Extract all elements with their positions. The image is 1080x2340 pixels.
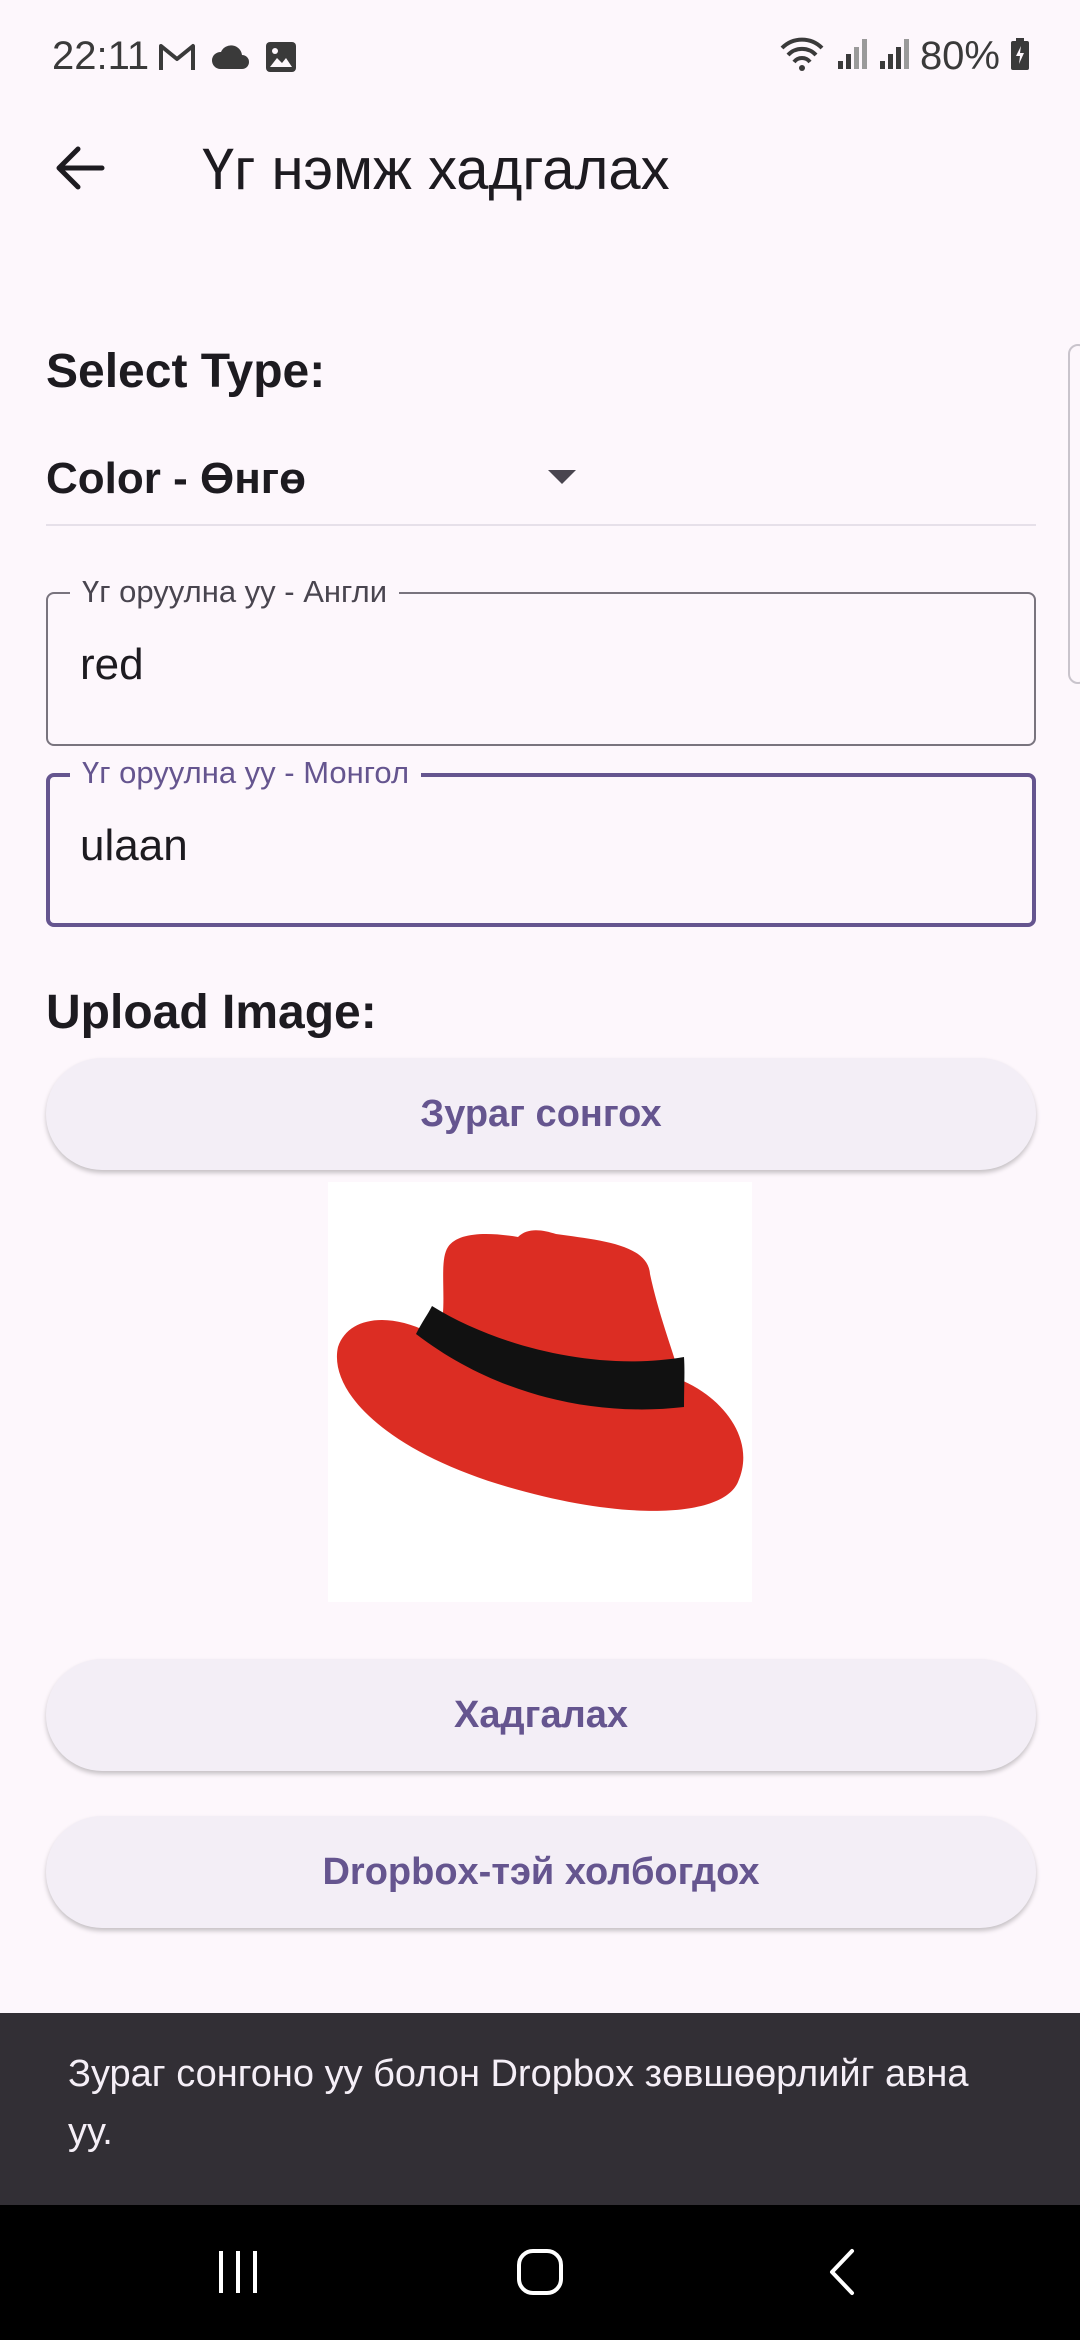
status-time: 22:11 xyxy=(52,34,150,78)
pick-image-button[interactable]: Зураг сонгох xyxy=(46,1058,1036,1170)
red-hat-image xyxy=(336,1230,744,1511)
battery-icon xyxy=(1010,37,1030,76)
mongolian-word-field[interactable]: Үг оруулна уу - Монгол ulaan xyxy=(46,753,1036,927)
gmail-icon xyxy=(158,42,196,77)
home-icon xyxy=(515,2247,565,2302)
signal-icon xyxy=(878,37,910,76)
dropdown-selected-value: Color - Өнгө xyxy=(46,454,306,503)
home-button[interactable] xyxy=(480,2229,600,2319)
english-field-value[interactable]: red xyxy=(80,640,144,690)
snackbar-message: Зураг сонгоно уу болон Dropbox зөвшөөрли… xyxy=(68,2053,969,2153)
recents-button[interactable] xyxy=(178,2229,298,2319)
upload-image-label: Upload Image: xyxy=(46,986,377,1039)
english-field-label: Үг оруулна уу - Англи xyxy=(70,572,400,612)
nav-back-button[interactable] xyxy=(782,2229,902,2319)
connect-dropbox-button[interactable]: Dropbox-тэй холбогдох xyxy=(46,1816,1036,1928)
cloud-icon xyxy=(210,43,250,76)
scrollbar[interactable] xyxy=(1068,344,1080,684)
english-word-field[interactable]: Үг оруулна уу - Англи red xyxy=(46,572,1036,746)
wifi-icon xyxy=(778,36,826,77)
mongolian-field-value[interactable]: ulaan xyxy=(80,821,188,871)
status-bar: 22:11 80% xyxy=(0,0,1080,118)
arrow-left-icon xyxy=(54,145,106,196)
battery-percentage: 80% xyxy=(919,34,1000,78)
type-dropdown[interactable]: Color - Өнгө xyxy=(46,440,1036,526)
save-button[interactable]: Хадгалах xyxy=(46,1659,1036,1771)
gallery-icon xyxy=(264,40,298,79)
dropdown-caret-icon xyxy=(548,470,576,484)
page-title: Үг нэмж хадгалах xyxy=(202,137,670,202)
app-bar: Үг нэмж хадгалах xyxy=(0,118,1080,222)
image-preview xyxy=(328,1182,752,1602)
system-icons: 80% xyxy=(778,34,1030,79)
mongolian-field-label: Үг оруулна уу - Монгол xyxy=(70,753,422,793)
signal-icon xyxy=(836,37,868,76)
snackbar: Зураг сонгоно уу болон Dropbox зөвшөөрли… xyxy=(0,2013,1080,2205)
back-button[interactable] xyxy=(40,138,120,202)
select-type-label: Select Type: xyxy=(46,345,326,398)
screen: 22:11 80% Үг нэмж хадгалах Select Type: … xyxy=(0,0,1080,2340)
recents-icon xyxy=(214,2248,262,2301)
notification-icons xyxy=(158,40,298,79)
system-nav-bar xyxy=(0,2205,1080,2340)
back-icon xyxy=(824,2247,860,2302)
